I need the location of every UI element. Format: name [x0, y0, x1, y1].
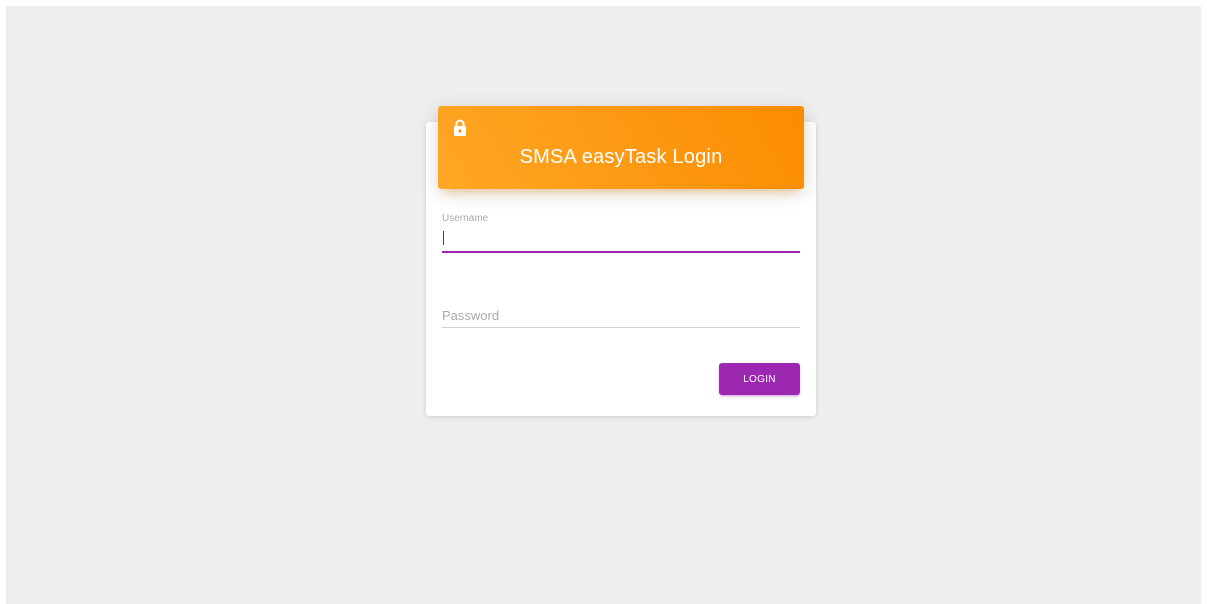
password-underline — [442, 327, 800, 328]
username-underline — [442, 251, 800, 253]
lock-icon — [453, 119, 467, 137]
password-field: Password — [442, 300, 800, 328]
password-input[interactable] — [442, 304, 800, 324]
username-input[interactable] — [442, 229, 800, 249]
username-field: Username — [442, 212, 800, 253]
login-button[interactable]: LOGIN — [719, 363, 800, 395]
username-label: Username — [442, 213, 489, 224]
login-card-header: SMSA easyTask Login — [438, 106, 804, 189]
login-title: SMSA easyTask Login — [519, 146, 723, 168]
text-caret — [443, 231, 444, 245]
